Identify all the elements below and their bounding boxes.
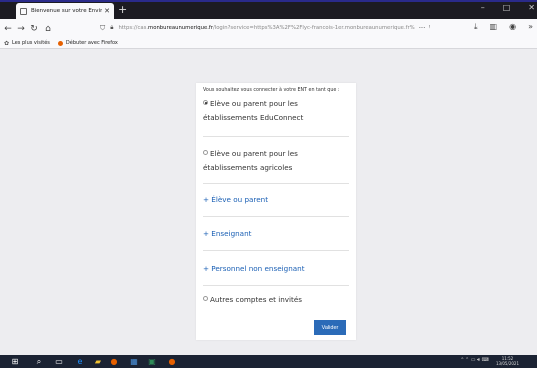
bookmarks-toolbar: ✿ Les plus visités Débuter avec Firefox (0, 38, 537, 49)
task-view-icon[interactable]: ▭ (54, 356, 64, 367)
page-content: Vous souhaitez vous connecter à votre EN… (0, 49, 537, 355)
windows-start-icon[interactable]: ⊞ (10, 356, 20, 367)
pocket-icon[interactable]: ⛉ (429, 24, 430, 33)
url-path: /login?service=https%3A%2F%2Flyc-francoi… (212, 25, 415, 31)
downloads-icon[interactable]: ⤓ (474, 22, 478, 32)
forward-icon[interactable]: → (16, 24, 26, 34)
login-intro-text: Vous souhaitez vous connecter à votre EN… (203, 88, 340, 93)
bookmark-getting-started[interactable]: Débuter avec Firefox (57, 40, 118, 46)
maximize-icon[interactable]: □ (503, 3, 511, 12)
link-eleve-parent[interactable]: + Élève ou parent (203, 195, 268, 204)
system-tray[interactable]: ᴬ ⌃ ▭ 🔊︎ ⌨ (461, 357, 489, 363)
back-icon[interactable]: ← (3, 24, 13, 34)
browser-tab[interactable]: Bienvenue sur votre Environne ✕ (16, 3, 114, 19)
divider (203, 285, 349, 286)
reload-icon[interactable]: ↻ (29, 24, 39, 34)
divider (203, 250, 349, 251)
option-educonnect-label: Elève ou parent pour les établissements … (203, 99, 304, 122)
new-tab-icon[interactable]: + (118, 3, 127, 17)
app-icon[interactable]: ▣ (146, 356, 158, 367)
option-agricole-label: Elève ou parent pour les établissements … (203, 149, 298, 172)
close-window-icon[interactable]: ✕ (528, 3, 535, 12)
search-icon[interactable]: ⌕ (34, 356, 44, 367)
radio-agricole[interactable] (203, 150, 208, 155)
firefox-second-icon[interactable]: ● (166, 356, 178, 367)
lock-icon[interactable]: 🔒︎ (110, 24, 113, 32)
gear-icon: ✿ (4, 39, 10, 47)
firefox-taskbar-icon[interactable]: ● (108, 356, 120, 367)
link-enseignant[interactable]: + Enseignant (203, 229, 251, 238)
bookmark-label: Les plus visités (12, 40, 50, 46)
tab-strip-accent (0, 0, 537, 2)
divider (203, 183, 349, 184)
home-icon[interactable]: ⌂ (43, 24, 53, 34)
file-explorer-icon[interactable]: ▰ (92, 356, 104, 367)
divider (203, 136, 349, 137)
page-actions-icon[interactable]: ··· (419, 24, 426, 32)
option-autres-comptes[interactable]: Autres comptes et invités (203, 293, 349, 307)
edge-icon[interactable]: e (74, 356, 86, 367)
divider (203, 216, 349, 217)
store-icon[interactable]: ▦ (128, 356, 140, 367)
library-icon[interactable]: ▥ (490, 22, 498, 32)
validate-button[interactable]: Valider (314, 320, 346, 335)
taskbar-clock[interactable]: 11:52 13/05/2021 (496, 356, 519, 366)
link-personnel-non-enseignant[interactable]: + Personnel non enseignant (203, 264, 305, 273)
window-controls: – □ ✕ (481, 3, 535, 12)
radio-educonnect[interactable] (203, 100, 208, 105)
tab-title: Bienvenue sur votre Environne (31, 8, 103, 14)
close-tab-icon[interactable]: ✕ (104, 7, 110, 15)
option-agricole[interactable]: Elève ou parent pour les établissements … (203, 147, 349, 175)
radio-autres-comptes[interactable] (203, 296, 208, 301)
option-educonnect[interactable]: Elève ou parent pour les établissements … (203, 97, 349, 125)
bookmark-label: Débuter avec Firefox (65, 40, 118, 46)
windows-taskbar: ⊞ ⌕ ▭ e ▰ ● ▦ ▣ ● ᴬ ⌃ ▭ 🔊︎ ⌨ 11:52 13/05… (0, 355, 537, 368)
overflow-menu-icon[interactable]: » (528, 22, 533, 32)
browser-tab-strip: Bienvenue sur votre Environne ✕ + – □ ✕ (0, 0, 537, 19)
clock-date: 13/05/2021 (495, 361, 519, 366)
bookmark-most-visited[interactable]: ✿ Les plus visités (4, 40, 50, 47)
firefox-icon (57, 40, 63, 46)
url-bar[interactable]: ⛉ 🔒︎ https://cas. monbureaunumerique.fr/l… (100, 22, 430, 34)
shield-icon[interactable]: ⛉ (100, 24, 105, 33)
minimize-icon[interactable]: – (481, 3, 485, 12)
url-host: monbureaunumerique.fr (148, 25, 213, 31)
toolbar-right-icons: ⤓ ▥ ◉ » (474, 22, 533, 32)
account-icon[interactable]: ◉ (509, 22, 516, 32)
option-autres-label: Autres comptes et invités (210, 295, 303, 304)
login-profile-card: Vous souhaitez vous connecter à votre EN… (196, 83, 356, 340)
page-favicon-icon (20, 7, 27, 15)
url-prefix: https://cas. (118, 25, 149, 31)
